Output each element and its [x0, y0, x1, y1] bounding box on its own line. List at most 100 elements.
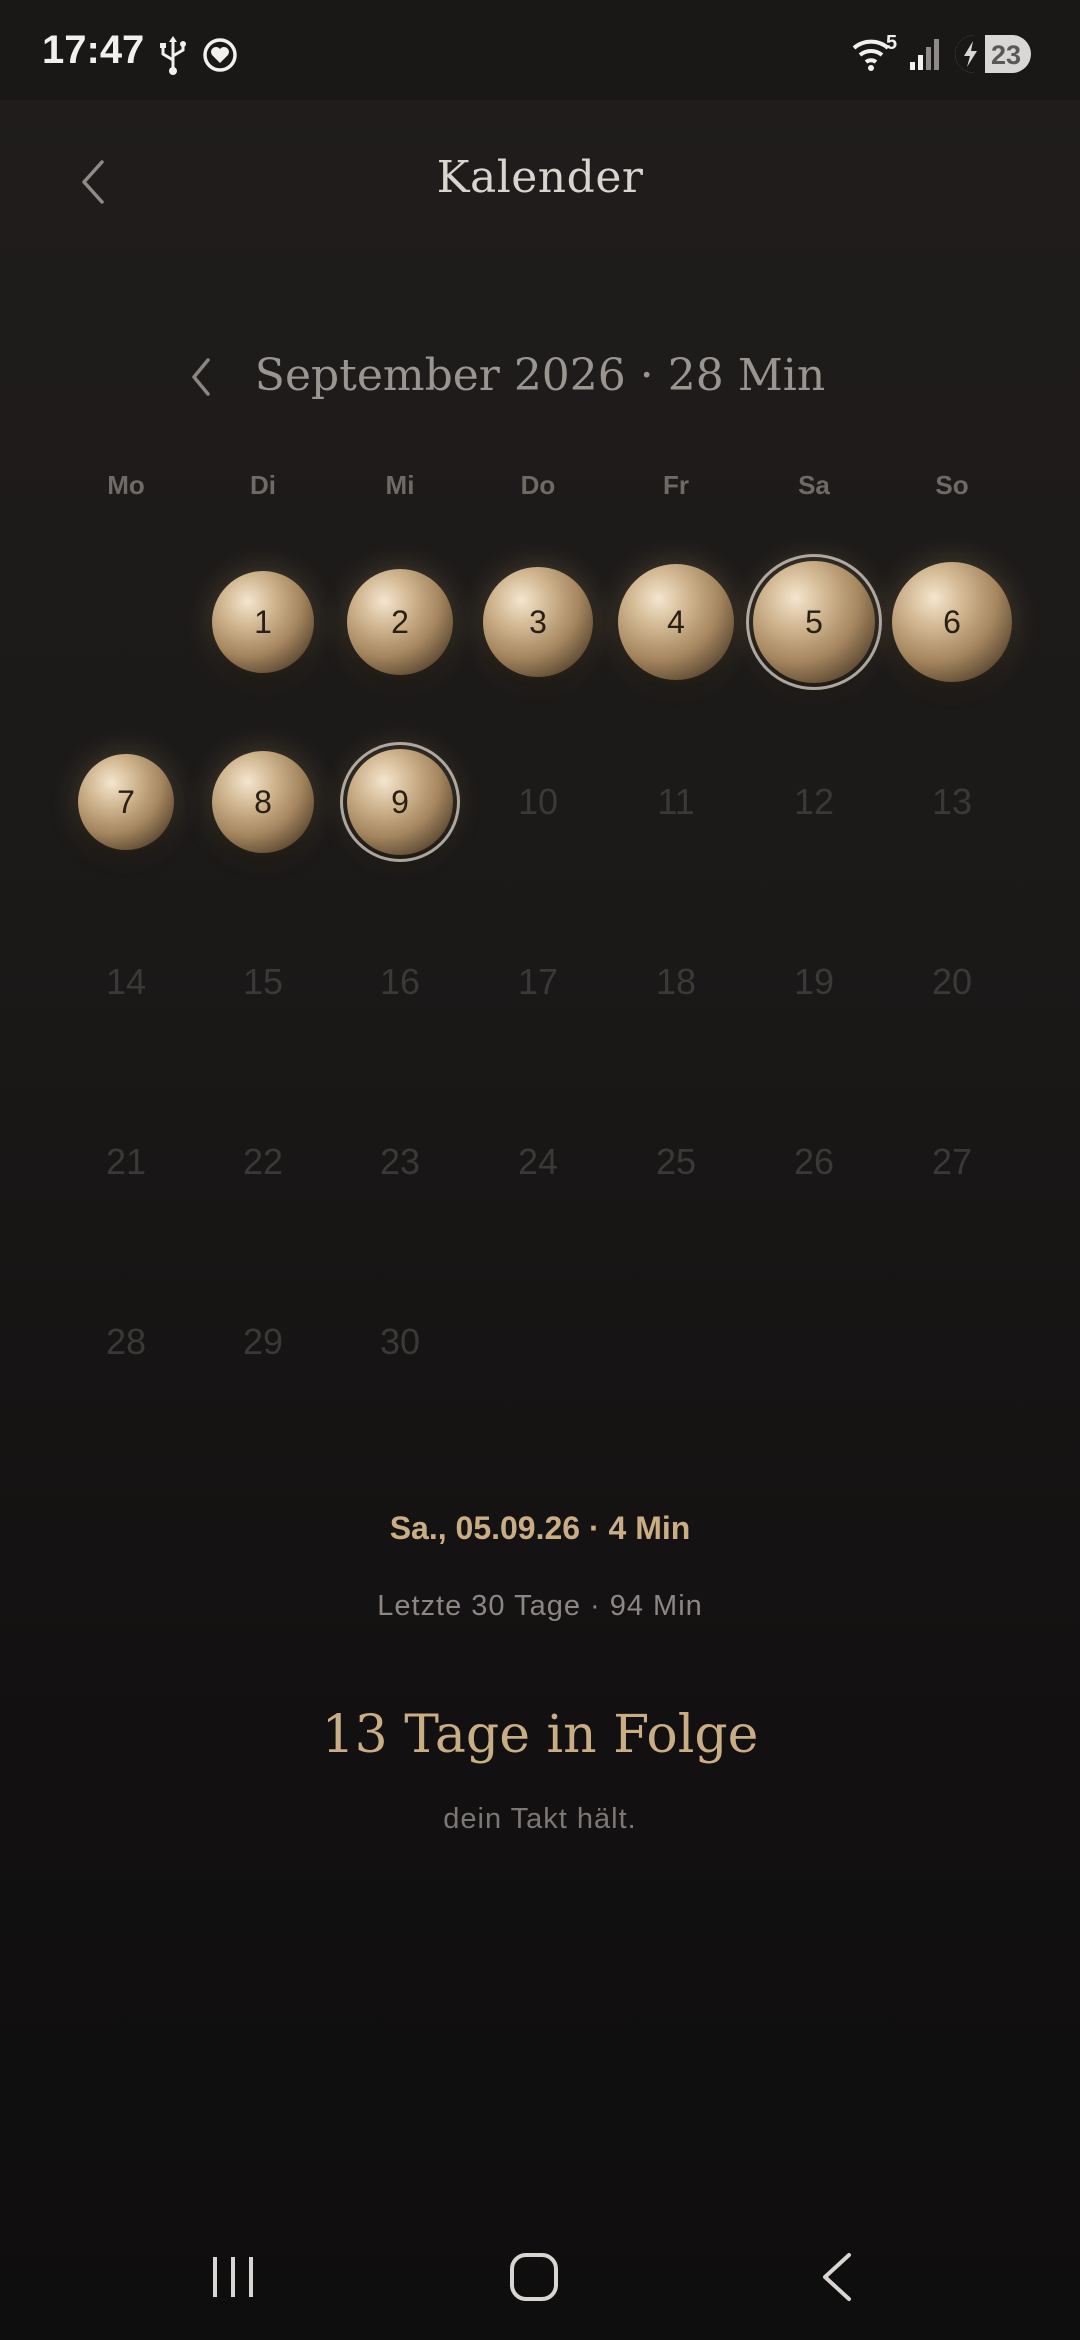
day-orb: 1: [212, 571, 314, 673]
day-orb: 9: [340, 742, 460, 862]
day-number: 27: [931, 1141, 973, 1182]
calendar-day-12[interactable]: 12: [749, 737, 879, 867]
battery-indicator: 23: [955, 35, 1031, 73]
status-bar: 17:47 5 23: [0, 0, 1080, 100]
page-title: Kalender: [436, 152, 644, 203]
day-number: 25: [655, 1141, 697, 1182]
day-number: 10: [517, 781, 559, 822]
calendar-day-4[interactable]: 4: [611, 557, 741, 687]
weekday-label-so: So: [935, 470, 969, 500]
calendar-day-17[interactable]: 17: [473, 917, 603, 1047]
day-number: 12: [793, 781, 835, 822]
day-number: 19: [793, 961, 835, 1002]
calendar-day-15[interactable]: 15: [198, 917, 328, 1047]
day-number: 14: [105, 961, 147, 1002]
day-orb: 8: [212, 751, 314, 853]
day-number: 23: [379, 1141, 421, 1182]
calendar-day-13[interactable]: 13: [887, 737, 1017, 867]
calendar-day-7[interactable]: 7: [61, 737, 191, 867]
usb-icon: [160, 36, 186, 75]
calendar-day-20[interactable]: 20: [887, 917, 1017, 1047]
calendar-day-29[interactable]: 29: [198, 1277, 328, 1407]
battery-level: 23: [990, 40, 1021, 70]
calendar-day-27[interactable]: 27: [887, 1097, 1017, 1227]
calendar-day-14[interactable]: 14: [61, 917, 191, 1047]
day-number: 9: [391, 783, 409, 820]
calendar-day-8[interactable]: 8: [198, 737, 328, 867]
day-number: 6: [943, 603, 961, 640]
day-number: 30: [379, 1321, 421, 1362]
calendar-day-2[interactable]: 2: [335, 557, 465, 687]
calendar-day-24[interactable]: 24: [473, 1097, 603, 1227]
day-number: 17: [517, 961, 559, 1002]
day-number: 5: [805, 603, 823, 640]
heart-shield-icon: [203, 38, 237, 72]
day-number: 2: [391, 603, 409, 640]
status-time: 17:47: [42, 28, 145, 72]
screen: 17:47 5 23 Kalender September 2026 · 28 …: [0, 0, 1080, 2340]
calendar-day-1[interactable]: 1: [198, 557, 328, 687]
wifi-badge: 5: [886, 32, 898, 54]
weekday-label-mi: Mi: [385, 470, 415, 500]
day-number: 21: [105, 1141, 147, 1182]
recent-apps-button[interactable]: [193, 2245, 273, 2309]
calendar-day-9[interactable]: 9: [335, 737, 465, 867]
day-number: 1: [254, 603, 272, 640]
calendar-day-26[interactable]: 26: [749, 1097, 879, 1227]
calendar-day-11[interactable]: 11: [611, 737, 741, 867]
day-number: 13: [931, 781, 973, 822]
day-number: 20: [931, 961, 973, 1002]
weekday-label-sa: Sa: [798, 470, 830, 500]
day-number: 8: [254, 783, 272, 820]
day-orb: 4: [618, 564, 734, 680]
day-orb: 2: [347, 569, 453, 675]
calendar-day-22[interactable]: 22: [198, 1097, 328, 1227]
nav-back-button[interactable]: [797, 2245, 877, 2309]
day-number: 26: [793, 1141, 835, 1182]
day-number: 18: [655, 961, 697, 1002]
day-number: 28: [105, 1321, 147, 1362]
chevron-left-icon: [192, 358, 210, 396]
home-button[interactable]: [494, 2245, 574, 2309]
day-number: 3: [529, 603, 547, 640]
day-number: 15: [242, 961, 284, 1002]
signal-icon: [910, 39, 939, 70]
month-label: September 2026 · 28 Min: [254, 350, 826, 401]
streak-subtitle: dein Takt hält.: [443, 1803, 637, 1835]
weekday-label-do: Do: [520, 470, 556, 500]
previous-month-button[interactable]: [180, 352, 220, 402]
weekday-label-mo: Mo: [107, 470, 145, 500]
day-number: 11: [657, 781, 695, 822]
weekday-label-di: Di: [250, 470, 276, 500]
day-orb: 5: [746, 554, 882, 690]
back-icon: [823, 2253, 851, 2301]
home-icon: [510, 2253, 558, 2301]
selected-day-summary: Sa., 05.09.26 · 4 Min: [389, 1510, 691, 1546]
day-number: 4: [667, 603, 685, 640]
streak-title: 13 Tage in Folge: [321, 1705, 759, 1765]
day-number: 29: [242, 1321, 284, 1362]
day-orb: 7: [78, 754, 174, 850]
calendar-day-5[interactable]: 5: [746, 554, 882, 690]
last-30-days-summary: Letzte 30 Tage · 94 Min: [377, 1590, 703, 1622]
calendar-day-3[interactable]: 3: [473, 557, 603, 687]
calendar-day-10[interactable]: 10: [473, 737, 603, 867]
calendar-day-6[interactable]: 6: [887, 557, 1017, 687]
weekday-label-fr: Fr: [663, 470, 689, 500]
calendar-day-16[interactable]: 16: [335, 917, 465, 1047]
calendar-day-30[interactable]: 30: [335, 1277, 465, 1407]
calendar-day-28[interactable]: 28: [61, 1277, 191, 1407]
battery-charging-icon: [955, 35, 985, 73]
day-orb: 3: [483, 567, 593, 677]
day-number: 7: [117, 783, 135, 820]
calendar-day-21[interactable]: 21: [61, 1097, 191, 1227]
calendar-day-19[interactable]: 19: [749, 917, 879, 1047]
day-orb: 6: [892, 562, 1012, 682]
calendar-day-23[interactable]: 23: [335, 1097, 465, 1227]
calendar-day-18[interactable]: 18: [611, 917, 741, 1047]
calendar-day-25[interactable]: 25: [611, 1097, 741, 1227]
day-number: 24: [517, 1141, 559, 1182]
day-number: 22: [242, 1141, 284, 1182]
recent-apps-icon: [213, 2257, 253, 2297]
day-number: 16: [379, 961, 421, 1002]
